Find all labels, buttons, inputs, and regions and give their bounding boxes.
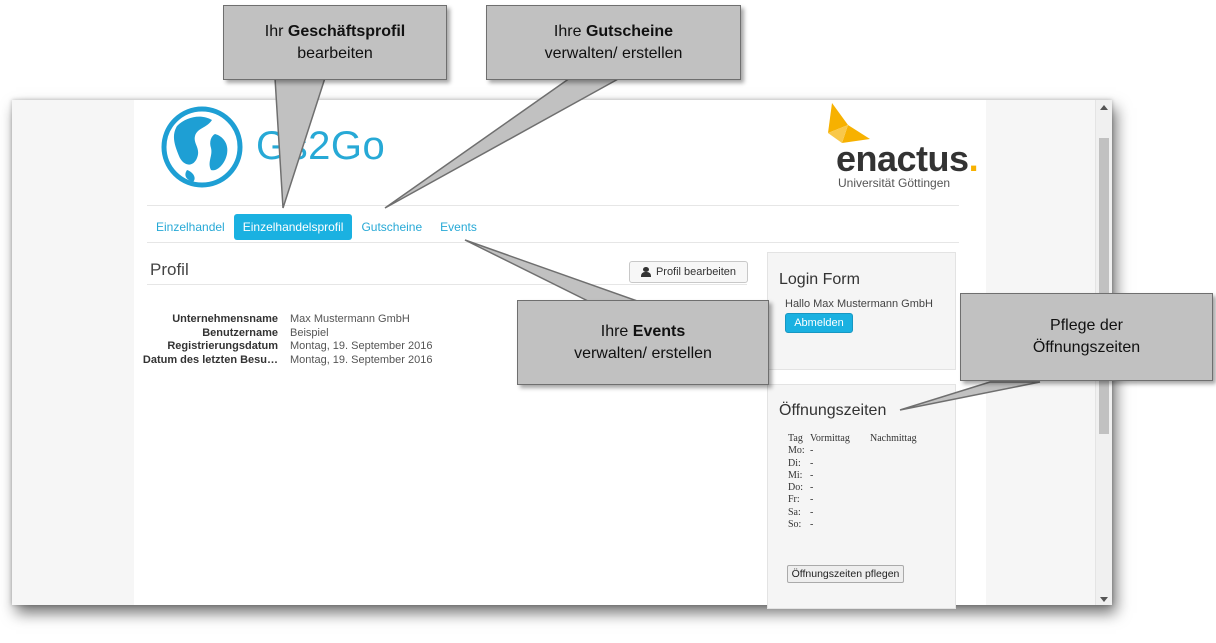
edit-opening-hours-button[interactable]: Öffnungszeiten pflegen xyxy=(787,565,904,583)
callout-events: Ihre Events verwalten/ erstellen xyxy=(517,300,769,385)
callout-line: Pflege der xyxy=(1050,317,1123,334)
detail-row: Benutzername Beispiel xyxy=(136,327,432,341)
login-title: Login Form xyxy=(779,271,860,288)
nav-item-gutscheine[interactable]: Gutscheine xyxy=(352,214,431,240)
detail-value: Max Mustermann GmbH xyxy=(290,313,410,325)
nav-item-events[interactable]: Events xyxy=(431,214,486,240)
detail-label: Unternehmensname xyxy=(172,313,278,325)
am-cell: - xyxy=(810,469,814,481)
day-cell: Sa: xyxy=(788,506,801,518)
callout-line: Ihre Gutscheine xyxy=(553,22,674,40)
opening-hours-panel: Öffnungszeiten Tag Vormittag Nachmittag … xyxy=(767,384,956,609)
scroll-up-icon[interactable] xyxy=(1100,105,1108,110)
edit-profile-label: Profil bearbeiten xyxy=(655,266,737,278)
header-divider xyxy=(147,205,959,206)
scrollbar-thumb[interactable] xyxy=(1099,138,1109,434)
am-cell: - xyxy=(810,457,814,469)
logout-button[interactable]: Abmelden xyxy=(785,313,853,333)
table-row: Mo: - xyxy=(788,445,917,457)
table-row: Fr: - xyxy=(788,494,917,506)
callout-line: verwalten/ erstellen xyxy=(544,44,683,62)
callout-vouchers: Ihre Gutscheine verwalten/ erstellen xyxy=(486,5,741,80)
title-divider xyxy=(147,284,747,285)
scroll-down-icon[interactable] xyxy=(1100,597,1108,602)
detail-row: Datum des letzten Besu… Montag, 19. Septe… xyxy=(136,353,433,368)
day-cell: Do: xyxy=(788,482,803,494)
callout-profile: Ihr Geschäftsprofil bearbeiten xyxy=(223,5,447,80)
am-cell: - xyxy=(810,445,814,457)
detail-row: Registrierungsdatum Montag, 19. September… xyxy=(136,340,432,354)
partner-logo-text: enactus. xyxy=(836,138,979,179)
callout-line: bearbeiten xyxy=(297,44,373,62)
table-row: Sa: - xyxy=(788,507,917,519)
am-cell: - xyxy=(810,494,814,506)
brand-logo-text: Gs2Go xyxy=(256,124,386,168)
globe-logo-icon xyxy=(161,106,243,188)
partner-subtitle: Universität Göttingen xyxy=(838,176,951,190)
column-header: Tag xyxy=(788,433,803,444)
table-row: Do: - xyxy=(788,482,917,494)
detail-row: Unternehmensname Max Mustermann GmbH xyxy=(136,313,432,327)
detail-label: Datum des letzten Besu… xyxy=(142,353,278,366)
day-cell: So: xyxy=(788,519,802,531)
day-cell: Mi: xyxy=(788,469,803,481)
nav-divider xyxy=(147,242,959,243)
detail-label: Registrierungsdatum xyxy=(167,340,278,352)
edit-profile-button[interactable]: Profil bearbeiten xyxy=(629,261,748,283)
detail-value: Montag, 19. September 2016 xyxy=(290,340,433,352)
opening-hours-table: Tag Vormittag Nachmittag Mo: - Di: - Mi: - … xyxy=(788,433,917,531)
column-header: Vormittag xyxy=(810,433,850,444)
nav-item-einzelhandel[interactable]: Einzelhandel xyxy=(147,214,234,240)
callout-line: Ihr Geschäftsprofil xyxy=(264,22,406,40)
detail-label: Benutzername xyxy=(202,326,278,339)
callout-hours: Pflege der Öffnungszeiten xyxy=(960,293,1213,381)
table-row: Mi: - xyxy=(788,470,917,482)
callout-line: Ihre Events xyxy=(600,322,686,340)
table-row: Di: - xyxy=(788,458,917,470)
column-header: Nachmittag xyxy=(870,433,917,444)
profile-details: Unternehmensname Max Mustermann GmbH Benu… xyxy=(136,313,433,368)
am-cell: - xyxy=(810,519,814,531)
table-row: So: - xyxy=(788,519,917,531)
detail-value: Beispiel xyxy=(290,326,329,339)
main-nav: Einzelhandel Einzelhandelsprofil Gutsche… xyxy=(147,214,486,240)
table-header: Tag Vormittag Nachmittag xyxy=(788,433,917,445)
am-cell: - xyxy=(810,506,814,518)
page-title: Profil xyxy=(150,260,189,279)
nav-item-einzelhandelsprofil[interactable]: Einzelhandelsprofil xyxy=(233,214,353,240)
day-cell: Mo: xyxy=(788,445,805,457)
detail-value: Montag, 19. September 2016 xyxy=(290,353,433,366)
user-icon xyxy=(640,267,651,277)
opening-hours-title: Öffnungszeiten xyxy=(779,402,887,419)
callout-line: verwalten/ erstellen xyxy=(574,344,712,362)
day-cell: Di: xyxy=(788,457,801,469)
login-greeting: Hallo Max Mustermann GmbH xyxy=(785,298,933,310)
day-cell: Fr: xyxy=(788,494,800,506)
callout-line: Öffnungszeiten xyxy=(1032,339,1141,356)
am-cell: - xyxy=(810,482,814,494)
login-panel: Login Form Hallo Max Mustermann GmbH Abm… xyxy=(767,252,956,370)
